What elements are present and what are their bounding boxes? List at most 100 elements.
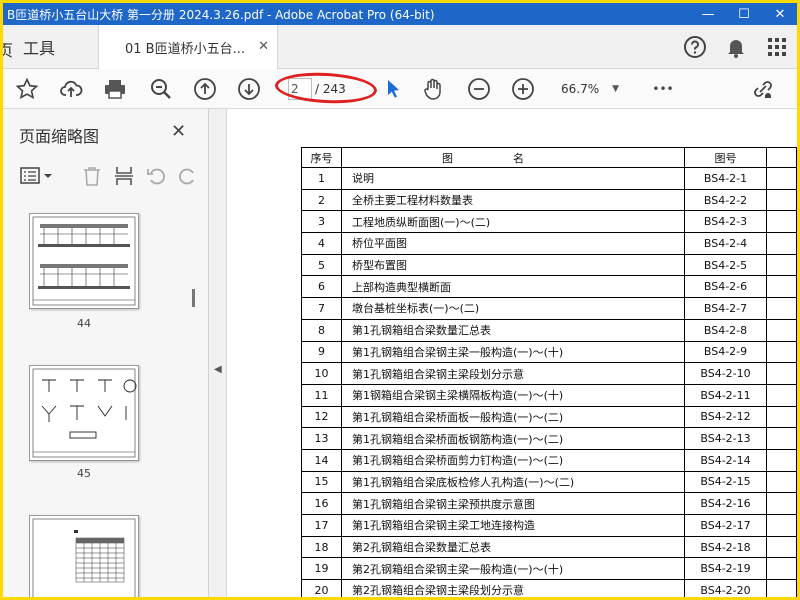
table-row: 8 第1孔钢箱组合梁数量汇总表 BS4-2-8 <box>301 318 797 342</box>
table-row: 12 第1孔钢箱组合梁桥面板一般构造(一)～(二) BS4-2-12 <box>301 405 797 429</box>
print-icon[interactable] <box>103 77 127 101</box>
cloud-upload-icon[interactable] <box>59 77 83 101</box>
header-code: 图号 <box>684 147 767 168</box>
previous-page-icon[interactable] <box>193 77 217 101</box>
select-cursor-icon[interactable] <box>381 77 405 101</box>
table-row: 4 桥位平面图 BS4-2-4 <box>301 232 797 255</box>
table-row: 20 第2孔钢箱组合梁钢主梁段划分示意 BS4-2-20 <box>301 579 797 597</box>
row-drawing-code: BS4-2-16 <box>684 492 767 515</box>
delete-page-icon[interactable] <box>81 165 103 187</box>
row-extra <box>766 492 797 515</box>
more-tools-button[interactable]: ••• <box>648 77 678 101</box>
tab-tools[interactable]: 工具 <box>23 25 97 69</box>
row-drawing-name: 第1钢箱组合梁钢主梁横隔板构造(一)～(十) <box>341 383 685 407</box>
row-extra <box>766 297 797 320</box>
panel-close-button[interactable]: ✕ <box>171 121 186 142</box>
tab-close-button[interactable]: ✕ <box>258 39 269 54</box>
row-drawing-code: BS4-2-13 <box>684 427 767 450</box>
tab-document[interactable]: 01 B匝道桥小五台... ✕ <box>98 25 278 70</box>
row-number: 14 <box>301 448 342 472</box>
options-menu-icon[interactable] <box>19 165 55 187</box>
row-drawing-name: 全桥主要工程材料数量表 <box>341 188 685 212</box>
rotate-right-icon[interactable] <box>177 165 199 187</box>
row-extra <box>766 535 797 559</box>
row-number: 16 <box>301 492 342 515</box>
panel-splitter[interactable]: ◀ <box>209 109 227 597</box>
row-drawing-code: BS4-2-4 <box>684 232 767 255</box>
page-number-input[interactable]: 2 <box>288 78 312 100</box>
table-row: 16 第1孔钢箱组合梁钢主梁预拱度示意图 BS4-2-16 <box>301 492 797 515</box>
row-extra <box>766 427 797 450</box>
row-drawing-code: BS4-2-3 <box>684 210 767 234</box>
minimize-button[interactable]: — <box>691 3 725 25</box>
zoom-level-value: 66.7% <box>561 82 600 96</box>
page-thumbnail-45[interactable] <box>29 365 139 461</box>
panel-title: 页面缩略图 <box>19 127 100 146</box>
row-drawing-name: 第1孔钢箱组合梁数量汇总表 <box>341 318 685 342</box>
row-drawing-code: BS4-2-5 <box>684 253 767 277</box>
table-row: 6 上部构造典型横断面 BS4-2-6 <box>301 275 797 299</box>
row-drawing-code: BS4-2-7 <box>684 297 767 320</box>
zoom-in-icon[interactable] <box>511 77 535 101</box>
table-row: 5 桥型布置图 BS4-2-5 <box>301 253 797 277</box>
table-row: 19 第2孔钢箱组合梁钢主梁一般构造(一)～(十) BS4-2-19 <box>301 557 797 581</box>
row-drawing-code: BS4-2-11 <box>684 383 767 407</box>
row-extra <box>766 275 797 299</box>
row-number: 4 <box>301 232 342 255</box>
row-drawing-code: BS4-2-8 <box>684 318 767 342</box>
row-drawing-code: BS4-2-19 <box>684 557 767 581</box>
row-drawing-name: 上部构造典型横断面 <box>341 275 685 299</box>
row-drawing-name: 墩台基桩坐标表(一)～(二) <box>341 297 685 320</box>
row-number: 18 <box>301 535 342 559</box>
tab-bar: 页 工具 01 B匝道桥小五台... ✕ <box>3 25 797 70</box>
page-thumbnail-44[interactable] <box>29 213 139 309</box>
row-extra <box>766 318 797 342</box>
collapse-panel-icon[interactable]: ◀ <box>214 364 222 375</box>
insert-page-icon[interactable] <box>113 165 135 187</box>
row-extra <box>766 579 797 597</box>
row-extra <box>766 340 797 364</box>
row-extra <box>766 188 797 212</box>
row-drawing-name: 桥位平面图 <box>341 232 685 255</box>
help-icon[interactable] <box>683 35 707 59</box>
row-number: 1 <box>301 167 342 190</box>
title-bar: B匝道桥小五台山大桥 第一分册 2024.3.26.pdf - Adobe Ac… <box>3 3 797 25</box>
row-number: 15 <box>301 470 342 494</box>
row-drawing-name: 第2孔钢箱组合梁钢主梁段划分示意 <box>341 579 685 597</box>
row-drawing-name: 第1孔钢箱组合梁钢主梁段划分示意 <box>341 362 685 385</box>
zoom-search-icon[interactable] <box>149 77 173 101</box>
row-drawing-name: 说明 <box>341 167 685 190</box>
tab-home[interactable]: 页 <box>3 37 13 61</box>
bookmark-star-icon[interactable] <box>15 77 39 101</box>
row-drawing-code: BS4-2-6 <box>684 275 767 299</box>
close-window-button[interactable]: ✕ <box>763 3 797 25</box>
next-page-icon[interactable] <box>237 77 261 101</box>
document-view[interactable]: 序号 图名 图号 1 说明 BS4-2-1 2 全桥主要工程材料数量表 BS4-2-2 3 工… <box>227 109 797 597</box>
zoom-out-icon[interactable] <box>467 77 491 101</box>
panel-scrollbar-thumb[interactable] <box>192 289 195 307</box>
zoom-level-select[interactable]: 66.7% ▼ <box>555 79 625 99</box>
thumbnail-label: 44 <box>77 317 91 330</box>
row-drawing-code: BS4-2-9 <box>684 340 767 364</box>
apps-grid-icon[interactable] <box>765 35 789 59</box>
row-number: 9 <box>301 340 342 364</box>
row-number: 5 <box>301 253 342 277</box>
rotate-left-icon[interactable] <box>145 165 167 187</box>
row-extra <box>766 557 797 581</box>
row-drawing-name: 第1孔钢箱组合梁钢主梁工地连接构造 <box>341 514 685 537</box>
hand-tool-icon[interactable] <box>421 77 445 101</box>
table-row: 11 第1钢箱组合梁钢主梁横隔板构造(一)～(十) BS4-2-11 <box>301 383 797 407</box>
row-number: 8 <box>301 318 342 342</box>
page-thumbnails-panel: 页面缩略图 ✕ 44 45 <box>3 109 209 597</box>
row-number: 10 <box>301 362 342 385</box>
page-thumbnail-46[interactable] <box>29 515 139 597</box>
row-drawing-code: BS4-2-20 <box>684 579 767 597</box>
row-drawing-code: BS4-2-15 <box>684 470 767 494</box>
maximize-button[interactable]: ☐ <box>727 3 761 25</box>
row-drawing-code: BS4-2-17 <box>684 514 767 537</box>
bell-icon[interactable] <box>724 35 748 59</box>
share-link-icon[interactable] <box>751 77 775 101</box>
row-number: 6 <box>301 275 342 299</box>
row-extra <box>766 405 797 429</box>
app-window: B匝道桥小五台山大桥 第一分册 2024.3.26.pdf - Adobe Ac… <box>3 3 797 597</box>
